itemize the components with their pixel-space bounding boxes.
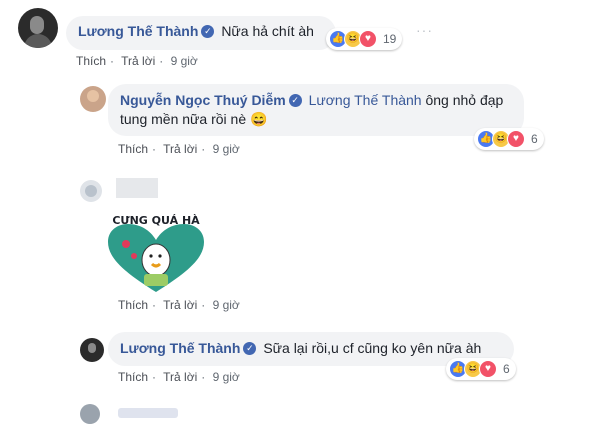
comment-text: ông nhỏ đạp (425, 92, 504, 108)
reply-link[interactable]: Trả lời (121, 54, 155, 68)
reaction-count: 19 (383, 32, 397, 46)
reply-link[interactable]: Trả lời (163, 142, 197, 156)
comment-time[interactable]: 9 giờ (213, 370, 240, 384)
comment-actions: Thích · Trả lời · 9 giờ (76, 54, 198, 68)
comment-text-continued: tung mền nữa rồi nè 😄 (120, 111, 268, 127)
like-link[interactable]: Thích (76, 54, 106, 68)
love-reaction-icon: ♥ (359, 30, 377, 48)
like-link[interactable]: Thích (118, 142, 148, 156)
comment-author[interactable]: Lương Thế Thành (120, 340, 240, 356)
avatar[interactable] (80, 404, 100, 424)
verified-badge-icon: ✓ (243, 341, 257, 355)
mention-link[interactable]: Lương Thế Thành (309, 92, 422, 108)
reply-link[interactable]: Trả lời (163, 370, 197, 384)
verified-badge-icon: ✓ (201, 24, 215, 38)
reaction-summary[interactable]: 👍 😆 ♥ 6 (446, 358, 516, 380)
reaction-summary[interactable]: 👍 😆 ♥ 6 (474, 128, 544, 150)
comment-time[interactable]: 9 giờ (171, 54, 198, 68)
blurred-author-name (116, 178, 158, 198)
like-link[interactable]: Thích (118, 370, 148, 384)
avatar[interactable] (80, 338, 104, 362)
comment-bubble: Lương Thế Thành ✓ Nữa hả chít àh (66, 16, 336, 50)
comment-time[interactable]: 9 giờ (213, 142, 240, 156)
love-reaction-icon: ♥ (507, 130, 525, 148)
comment-time[interactable]: 9 giờ (213, 298, 240, 312)
comment-actions: Thích · Trả lời · 9 giờ (118, 142, 240, 156)
comment-author[interactable]: Nguyễn Ngọc Thuý Diễm (120, 92, 286, 108)
reaction-summary[interactable]: 👍 😆 ♥ 19 (326, 28, 403, 50)
more-options-icon[interactable]: ··· (416, 22, 433, 38)
sticker-image[interactable]: CƯNG QUÁ HÀ (104, 208, 208, 296)
comment-actions: Thích · Trả lời · 9 giờ (118, 370, 240, 384)
reply-link[interactable]: Trả lời (163, 298, 197, 312)
like-link[interactable]: Thích (118, 298, 148, 312)
comment-bubble: Nguyễn Ngọc Thuý Diễm ✓ Lương Thế Thành ô… (108, 84, 524, 136)
reaction-count: 6 (503, 362, 510, 376)
next-comment-author-partial (118, 408, 178, 418)
avatar[interactable] (18, 8, 58, 48)
verified-badge-icon: ✓ (288, 93, 302, 107)
comment-author[interactable]: Lương Thế Thành (78, 23, 198, 39)
reaction-count: 6 (531, 132, 538, 146)
comment-text: Sữa lại rồi,u cf cũng ko yên nữa àh (263, 340, 482, 356)
avatar[interactable] (80, 180, 102, 202)
love-reaction-icon: ♥ (479, 360, 497, 378)
avatar[interactable] (80, 86, 106, 112)
comment-actions: Thích · Trả lời · 9 giờ (118, 298, 240, 312)
comment-text: Nữa hả chít àh (221, 23, 314, 39)
